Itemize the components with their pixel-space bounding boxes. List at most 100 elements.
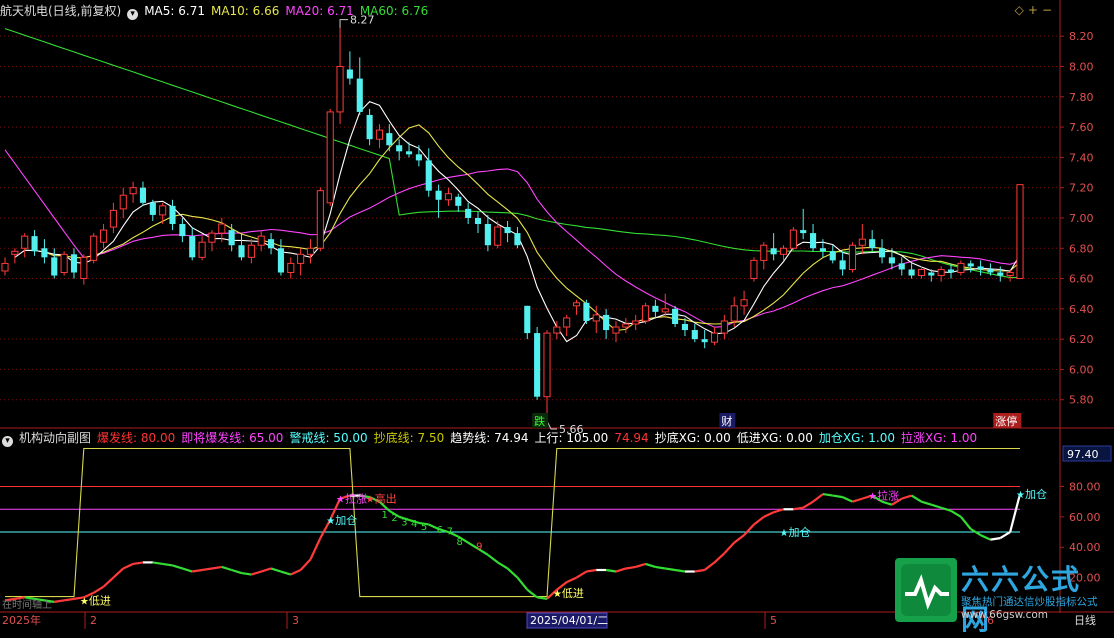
- candle-body: [1, 262, 9, 272]
- trend-segment: [960, 516, 972, 530]
- candle: [770, 233, 777, 261]
- watermark-logo: 六六公式网 聚焦热门通达信炒股指标公式 www.66gsw.com: [895, 558, 1110, 636]
- candle-body: [21, 235, 29, 249]
- trend-segment: [694, 568, 705, 573]
- trend-segment: [950, 509, 962, 518]
- candle-body: [297, 253, 305, 264]
- time-axis-label-0: 2025年: [2, 613, 41, 627]
- trend-segment: [309, 537, 322, 560]
- trend-segment: [655, 565, 666, 570]
- trend-segment: [832, 494, 843, 499]
- candle: [336, 25, 344, 125]
- candle-body: [41, 248, 48, 258]
- signal-star-icon: ★: [366, 495, 375, 506]
- candle-body: [730, 305, 738, 322]
- trend-segment: [24, 596, 35, 600]
- candle-body: [622, 323, 630, 328]
- trend-segment: [182, 567, 193, 573]
- stock-chart[interactable]: 8.20 8.00 7.80 7.60 7.40 7.20 7.00 6.80 6.60 6.40…: [0, 0, 1114, 629]
- candle-body: [287, 262, 295, 273]
- trend-segment: [516, 576, 529, 591]
- candle-body: [80, 256, 88, 280]
- event-marker-zhangting: 涨停: [995, 414, 1017, 428]
- candle-body: [563, 317, 571, 328]
- candle-body: [878, 248, 886, 258]
- trend-segment: [990, 537, 1001, 541]
- sub-indicator-7: 抄底XG: 0.00: [654, 431, 731, 445]
- ma5-label: MA5: 6.71: [144, 4, 205, 18]
- candle: [326, 108, 334, 206]
- trend-segment: [211, 565, 222, 570]
- candle: [720, 314, 728, 340]
- info-icon[interactable]: ◇: [1015, 3, 1028, 17]
- trend-segment: [674, 568, 686, 573]
- trend-segment: [901, 494, 912, 500]
- candle-body: [524, 305, 531, 334]
- trend-segment: [497, 561, 509, 570]
- settings-circle-icon[interactable]: ▾: [127, 9, 139, 20]
- candle-body: [208, 232, 216, 243]
- candle-body: [612, 326, 620, 334]
- collapse-circle-icon[interactable]: ▾: [2, 436, 13, 447]
- ma10-label: MA10: 6.66: [210, 4, 280, 18]
- candle: [198, 236, 206, 261]
- trend-segment: [536, 596, 548, 600]
- candle-body: [119, 194, 127, 210]
- candle-body: [139, 187, 147, 203]
- candle-body: [603, 314, 610, 331]
- candle: [908, 263, 915, 279]
- candle-body: [632, 320, 640, 325]
- main-header: 航天机电(日线,前复权) ▾ MA5: 6.71 MA10: 6.66 MA20: 6.…: [0, 2, 434, 20]
- signal-label-1: 加仓: [335, 513, 357, 527]
- candle: [257, 230, 265, 252]
- candle: [710, 327, 719, 346]
- trend-segment: [763, 511, 775, 518]
- candle: [90, 233, 98, 264]
- signal-label-6: 拉涨: [877, 489, 899, 503]
- candle: [366, 108, 373, 146]
- signal-star-icon: ★: [80, 596, 89, 607]
- candle-body: [869, 239, 876, 249]
- sub-indicator-3: 抄底线: 7.50: [373, 431, 445, 445]
- candle-body: [415, 154, 422, 161]
- candle: [208, 230, 216, 252]
- candle: [99, 224, 108, 249]
- signal-label-0: 低进: [89, 594, 111, 607]
- plus-icon[interactable]: +: [1028, 3, 1042, 17]
- candle-body: [425, 160, 432, 191]
- candle-body: [60, 253, 68, 273]
- candle: [435, 184, 442, 218]
- candle: [41, 239, 48, 264]
- watermark-chart-icon: [895, 558, 957, 622]
- candle: [415, 145, 422, 167]
- candle-body: [770, 248, 777, 255]
- candle-body: [218, 223, 226, 234]
- candle-body: [1006, 271, 1014, 277]
- sub-tick-label: 80.00: [1069, 480, 1101, 493]
- ma10-line: [24, 124, 1021, 331]
- candle: [750, 257, 758, 282]
- trend-segment: [703, 561, 716, 571]
- candle-body: [583, 302, 590, 321]
- sub-indicator-0: 爆发线: 80.00: [97, 431, 176, 445]
- candle: [583, 299, 590, 324]
- price-tick-label: 6.60: [1069, 273, 1094, 286]
- candle: [238, 233, 245, 261]
- trend-segment: [54, 599, 65, 603]
- candle: [31, 230, 38, 256]
- candle-body: [957, 262, 965, 273]
- signal-label-3: 高出: [375, 492, 397, 506]
- candle-body: [810, 233, 817, 249]
- trend-segment: [575, 570, 587, 579]
- candle-body: [977, 266, 984, 270]
- candle-body: [396, 145, 403, 152]
- price-tick-label: 6.00: [1069, 363, 1094, 376]
- candle-body: [908, 269, 915, 276]
- candle-body: [661, 308, 669, 313]
- candle-body: [306, 247, 315, 255]
- minus-icon[interactable]: −: [1042, 3, 1056, 17]
- trend-segment: [852, 497, 863, 503]
- sub-indicator-6: 74.94: [614, 431, 649, 445]
- candle-body: [149, 202, 156, 215]
- candle: [858, 224, 866, 255]
